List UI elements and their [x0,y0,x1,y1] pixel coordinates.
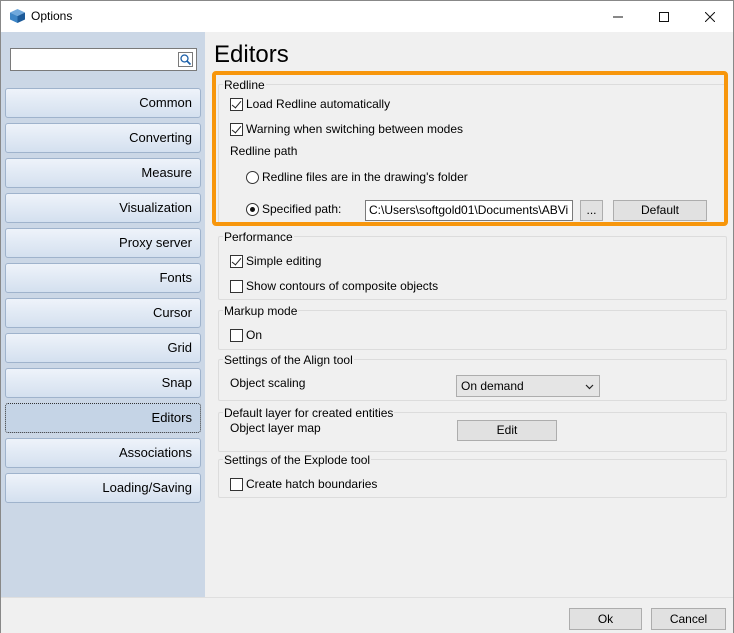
ok-button[interactable]: Ok [569,608,642,630]
markup-mode-group: Markup mode [218,304,727,350]
checkbox-box [230,477,243,491]
edit-button[interactable]: Edit [457,420,557,441]
options-window: Options Common Converting Measure Visual… [0,0,734,633]
sidebar-item-label: Converting [129,130,192,145]
sidebar-item-measure[interactable]: Measure [5,158,201,188]
search-icon[interactable] [178,52,193,67]
cancel-button[interactable]: Cancel [651,608,726,630]
sidebar-item-label: Editors [151,410,192,425]
minimize-icon [613,16,623,17]
sidebar-item-label: Visualization [119,200,192,215]
sidebar-item-grid[interactable]: Grid [5,333,201,363]
sidebar-item-label: Snap [161,375,192,390]
page-title: Editors [214,41,289,68]
checkbox-label: On [246,328,263,342]
sidebar-item-proxy-server[interactable]: Proxy server [5,228,201,258]
maximize-button[interactable] [641,1,687,32]
object-layer-map-label: Object layer map [230,421,321,435]
dialog-footer: Ok Cancel [1,597,733,633]
sidebar-item-common[interactable]: Common [5,88,201,118]
highlight-frame [212,71,728,226]
sidebar-item-label: Loading/Saving [102,480,192,495]
title-bar: Options [1,1,733,32]
group-title: Default layer for created entities [223,406,395,420]
sidebar-item-label: Proxy server [119,235,192,250]
show-contours-checkbox[interactable]: Show contours of composite objects [230,279,438,293]
select-value: On demand [461,379,524,393]
sidebar: Common Converting Measure Visualization … [1,32,205,597]
close-button[interactable] [687,1,733,32]
sidebar-item-label: Fonts [159,270,192,285]
simple-editing-checkbox[interactable]: Simple editing [230,254,321,268]
sidebar-item-loading-saving[interactable]: Loading/Saving [5,473,201,503]
checkbox-box [230,279,243,293]
content-panel: Editors Redline Load Redline automatical… [205,32,733,597]
sidebar-item-converting[interactable]: Converting [5,123,201,153]
group-title: Performance [223,230,294,244]
checkbox-box [230,254,243,268]
sidebar-item-visualization[interactable]: Visualization [5,193,201,223]
sidebar-item-label: Associations [119,445,192,460]
sidebar-item-label: Cursor [152,305,192,320]
sidebar-item-label: Measure [141,165,192,180]
group-title: Settings of the Explode tool [223,453,372,467]
chevron-down-icon [585,384,594,390]
object-scaling-select[interactable]: On demand [456,375,600,397]
maximize-icon [659,11,669,22]
sidebar-item-label: Grid [167,340,192,355]
group-title: Markup mode [223,304,299,318]
sidebar-item-label: Common [139,95,192,110]
search-input[interactable] [10,48,197,71]
app-icon [10,9,25,23]
window-title: Options [31,9,73,23]
sidebar-item-fonts[interactable]: Fonts [5,263,201,293]
minimize-button[interactable] [595,1,641,32]
sidebar-item-snap[interactable]: Snap [5,368,201,398]
sidebar-item-associations[interactable]: Associations [5,438,201,468]
markup-on-checkbox[interactable]: On [230,328,262,342]
hatch-boundaries-checkbox[interactable]: Create hatch boundaries [230,477,377,491]
close-icon [705,11,715,22]
checkbox-label: Show contours of composite objects [246,279,439,293]
checkbox-label: Create hatch boundaries [246,477,378,491]
sidebar-item-editors[interactable]: Editors [5,403,201,433]
checkbox-label: Simple editing [246,254,322,268]
object-scaling-label: Object scaling [230,376,306,390]
group-title: Settings of the Align tool [223,353,354,367]
checkbox-box [230,328,243,342]
sidebar-item-cursor[interactable]: Cursor [5,298,201,328]
